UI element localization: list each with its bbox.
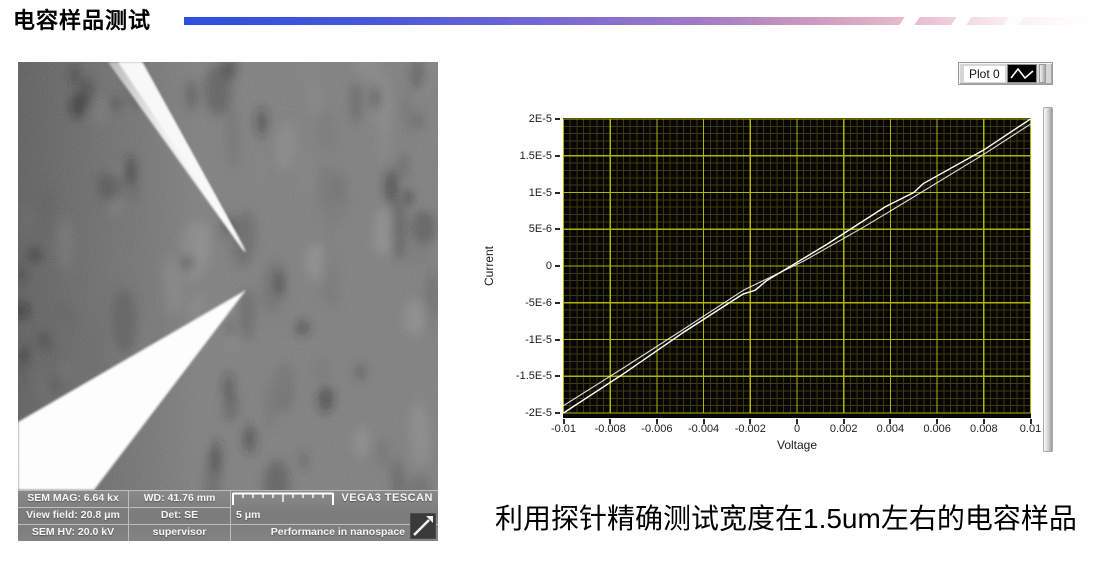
sem-mag-value: SEM MAG: 6.64 kx bbox=[18, 490, 128, 507]
sem-scale-label: 5 μm bbox=[236, 507, 261, 524]
x-tick-label: 0.01 bbox=[1004, 423, 1058, 435]
x-tick-dash bbox=[1030, 419, 1032, 424]
y-tick-dash bbox=[555, 155, 560, 157]
sem-figure: SEM MAG: 6.64 kx WD: 41.76 mm View field… bbox=[18, 62, 438, 541]
x-tick-dash bbox=[983, 419, 985, 424]
accent-stripe bbox=[898, 15, 921, 27]
y-tick-label: -1.5E-5 bbox=[500, 370, 552, 382]
x-tick-dash bbox=[889, 419, 891, 424]
header-accent-bar bbox=[184, 17, 1092, 25]
y-tick-label: 1E-5 bbox=[500, 187, 552, 199]
y-tick-label: 5E-6 bbox=[500, 223, 552, 235]
legend-scroll-tab[interactable] bbox=[1039, 64, 1046, 83]
x-tick-dash bbox=[563, 419, 565, 424]
y-tick-dash bbox=[555, 375, 560, 377]
x-tick-dash bbox=[749, 419, 751, 424]
x-tick-dash bbox=[796, 419, 798, 424]
slide: 电容样品测试 bbox=[0, 0, 1107, 561]
sem-user-value: supervisor bbox=[129, 524, 230, 541]
x-tick-dash bbox=[703, 419, 705, 424]
scale-bar-ruler-icon bbox=[232, 492, 334, 506]
sem-brand-label: VEGA3 TESCAN bbox=[341, 490, 433, 507]
y-tick-label: -2E-5 bbox=[500, 407, 552, 419]
accent-bar-fade bbox=[932, 17, 1092, 25]
y-tick-dash bbox=[555, 412, 560, 414]
legend-label[interactable]: Plot 0 bbox=[964, 66, 1005, 82]
y-tick-label: -1E-5 bbox=[500, 334, 552, 346]
sem-wd-value: WD: 41.76 mm bbox=[129, 490, 230, 507]
sem-tagline-label: Performance in nanospace bbox=[271, 524, 405, 541]
x-tick-dash bbox=[609, 419, 611, 424]
x-tick-dash bbox=[656, 419, 658, 424]
y-tick-dash bbox=[555, 228, 560, 230]
tescan-logo-icon bbox=[410, 513, 436, 539]
x-axis-title: Voltage bbox=[777, 438, 817, 452]
plot-area bbox=[563, 118, 1031, 418]
y-tick-dash bbox=[555, 302, 560, 304]
caption-text: 利用探针精确测试宽度在1.5um左右的电容样品 bbox=[495, 497, 1077, 537]
y-tick-label: 2E-5 bbox=[500, 113, 552, 125]
y-axis-title: Current bbox=[482, 246, 496, 286]
plot-legend[interactable]: Plot 0 bbox=[958, 62, 1053, 85]
y-tick-label: 0 bbox=[500, 260, 552, 272]
bar-divider bbox=[230, 490, 231, 541]
y-tick-label: 1.5E-5 bbox=[500, 150, 552, 162]
sem-viewfield-value: View field: 20.8 μm bbox=[18, 507, 128, 524]
x-tick-dash bbox=[936, 419, 938, 424]
sem-micrograph-image bbox=[18, 62, 438, 490]
y-tick-dash bbox=[555, 339, 560, 341]
sem-info-bar: SEM MAG: 6.64 kx WD: 41.76 mm View field… bbox=[18, 490, 438, 541]
x-tick-dash bbox=[843, 419, 845, 424]
sem-hv-value: SEM HV: 20.0 kV bbox=[18, 524, 128, 541]
legend-line-style-icon[interactable] bbox=[1007, 64, 1037, 83]
y-tick-dash bbox=[555, 265, 560, 267]
y-tick-label: -5E-6 bbox=[500, 297, 552, 309]
graph-scrollbar[interactable] bbox=[1043, 107, 1053, 452]
y-tick-dash bbox=[555, 118, 560, 120]
sem-detector-value: Det: SE bbox=[129, 507, 230, 524]
y-tick-dash bbox=[555, 192, 560, 194]
page-title: 电容样品测试 bbox=[13, 3, 151, 35]
